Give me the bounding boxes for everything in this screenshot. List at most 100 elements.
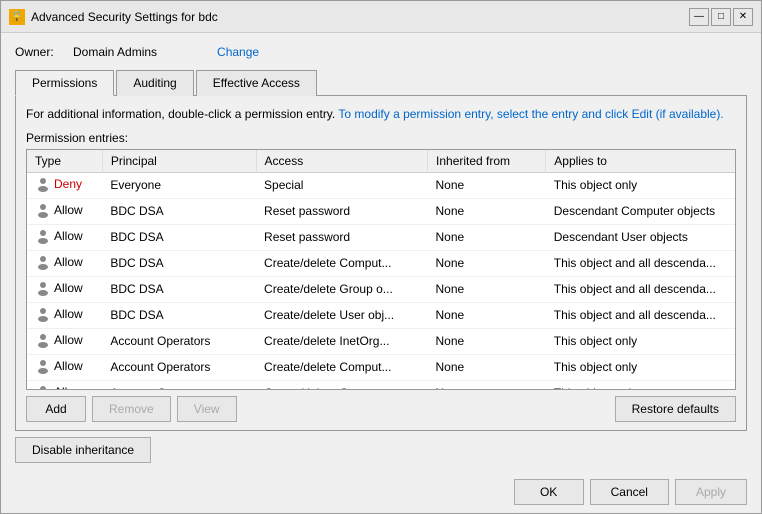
window-title: Advanced Security Settings for bdc [31, 10, 689, 24]
owner-value: Domain Admins [73, 45, 157, 59]
view-button[interactable]: View [177, 396, 237, 422]
cell-principal: Account Operators [102, 328, 256, 354]
cell-principal: BDC DSA [102, 250, 256, 276]
cell-applies: This object and all descenda... [546, 302, 735, 328]
dialog-buttons: OK Cancel Apply [514, 479, 747, 505]
cell-access: Special [256, 172, 427, 198]
col-header-type[interactable]: Type [27, 150, 102, 173]
col-header-principal[interactable]: Principal [102, 150, 256, 173]
owner-row: Owner: Domain Admins Change [15, 45, 747, 59]
close-button[interactable]: ✕ [733, 8, 753, 26]
perm-entries-label: Permission entries: [26, 131, 736, 145]
remove-button[interactable]: Remove [92, 396, 171, 422]
modify-info-link[interactable]: To modify a permission entry, select the… [338, 107, 723, 121]
col-header-access[interactable]: Access [256, 150, 427, 173]
cell-applies: This object only [546, 380, 735, 390]
cell-type: Allow [27, 380, 102, 390]
cell-inherited: None [428, 302, 546, 328]
user-icon [35, 202, 51, 218]
cell-applies: This object only [546, 354, 735, 380]
action-button-row: Add Remove View Restore defaults [26, 396, 736, 422]
cell-principal: Account Operators [102, 380, 256, 390]
table-row[interactable]: Allow BDC DSA Create/delete Group o... N… [27, 276, 735, 302]
user-icon [35, 280, 51, 296]
restore-defaults-button[interactable]: Restore defaults [615, 396, 736, 422]
cell-inherited: None [428, 276, 546, 302]
main-content: Owner: Domain Admins Change Permissions … [1, 33, 761, 471]
tab-content-permissions: For additional information, double-click… [15, 96, 747, 431]
cell-inherited: None [428, 354, 546, 380]
cell-inherited: None [428, 198, 546, 224]
user-icon [35, 306, 51, 322]
add-button[interactable]: Add [26, 396, 86, 422]
cell-inherited: None [428, 172, 546, 198]
maximize-button[interactable]: □ [711, 8, 731, 26]
cell-principal: Everyone [102, 172, 256, 198]
cell-principal: BDC DSA [102, 198, 256, 224]
cell-applies: Descendant User objects [546, 224, 735, 250]
permissions-table: Type Principal Access Inherited from App… [27, 150, 735, 390]
cell-type: Allow [27, 224, 102, 250]
table-row[interactable]: Allow BDC DSA Create/delete User obj... … [27, 302, 735, 328]
inheritance-row: Disable inheritance [15, 431, 747, 463]
cell-access: Reset password [256, 224, 427, 250]
cell-applies: Descendant Computer objects [546, 198, 735, 224]
cell-inherited: None [428, 250, 546, 276]
user-icon [35, 358, 51, 374]
cell-principal: BDC DSA [102, 224, 256, 250]
cell-type: Allow [27, 354, 102, 380]
permissions-table-container[interactable]: Type Principal Access Inherited from App… [26, 149, 736, 390]
user-icon [35, 384, 51, 390]
cell-principal: BDC DSA [102, 276, 256, 302]
tab-auditing[interactable]: Auditing [116, 70, 193, 96]
table-row[interactable]: Allow Account Operators Create/delete Co… [27, 354, 735, 380]
cell-access: Create/delete Group o... [256, 276, 427, 302]
cell-applies: This object only [546, 172, 735, 198]
ok-button[interactable]: OK [514, 479, 584, 505]
cell-principal: BDC DSA [102, 302, 256, 328]
table-row[interactable]: Deny Everyone Special None This object o… [27, 172, 735, 198]
cell-access: Reset password [256, 198, 427, 224]
window-controls: — □ ✕ [689, 8, 753, 26]
table-header-row: Type Principal Access Inherited from App… [27, 150, 735, 173]
cell-type: Allow [27, 276, 102, 302]
user-icon [35, 332, 51, 348]
cell-inherited: None [428, 328, 546, 354]
cell-applies: This object and all descenda... [546, 276, 735, 302]
cell-inherited: None [428, 224, 546, 250]
user-icon [35, 228, 51, 244]
col-header-inherited[interactable]: Inherited from [428, 150, 546, 173]
cell-type: Allow [27, 250, 102, 276]
cancel-button[interactable]: Cancel [590, 479, 669, 505]
window-icon: 🔒 [9, 9, 25, 25]
col-header-applies[interactable]: Applies to [546, 150, 735, 173]
table-row[interactable]: Allow BDC DSA Reset password None Descen… [27, 198, 735, 224]
cell-type: Deny [27, 172, 102, 198]
user-icon [35, 176, 51, 192]
tab-permissions[interactable]: Permissions [15, 70, 114, 96]
table-row[interactable]: Allow BDC DSA Create/delete Comput... No… [27, 250, 735, 276]
change-owner-link[interactable]: Change [217, 45, 259, 59]
cell-access: Create/delete User obj... [256, 302, 427, 328]
apply-button[interactable]: Apply [675, 479, 747, 505]
cell-access: Create/delete Group o... [256, 380, 427, 390]
disable-inheritance-button[interactable]: Disable inheritance [15, 437, 151, 463]
cell-type: Allow [27, 328, 102, 354]
cell-applies: This object only [546, 328, 735, 354]
table-row[interactable]: Allow Account Operators Create/delete In… [27, 328, 735, 354]
info-text: For additional information, double-click… [26, 106, 736, 123]
cell-access: Create/delete Comput... [256, 250, 427, 276]
cell-applies: This object and all descenda... [546, 250, 735, 276]
table-row[interactable]: Allow Account Operators Create/delete Gr… [27, 380, 735, 390]
minimize-button[interactable]: — [689, 8, 709, 26]
table-row[interactable]: Allow BDC DSA Reset password None Descen… [27, 224, 735, 250]
table-body: Deny Everyone Special None This object o… [27, 172, 735, 390]
main-window: 🔒 Advanced Security Settings for bdc — □… [0, 0, 762, 514]
cell-type: Allow [27, 302, 102, 328]
cell-type: Allow [27, 198, 102, 224]
bottom-bar: OK Cancel Apply [1, 471, 761, 513]
cell-principal: Account Operators [102, 354, 256, 380]
cell-access: Create/delete InetOrg... [256, 328, 427, 354]
user-icon [35, 254, 51, 270]
tab-effective-access[interactable]: Effective Access [196, 70, 317, 96]
